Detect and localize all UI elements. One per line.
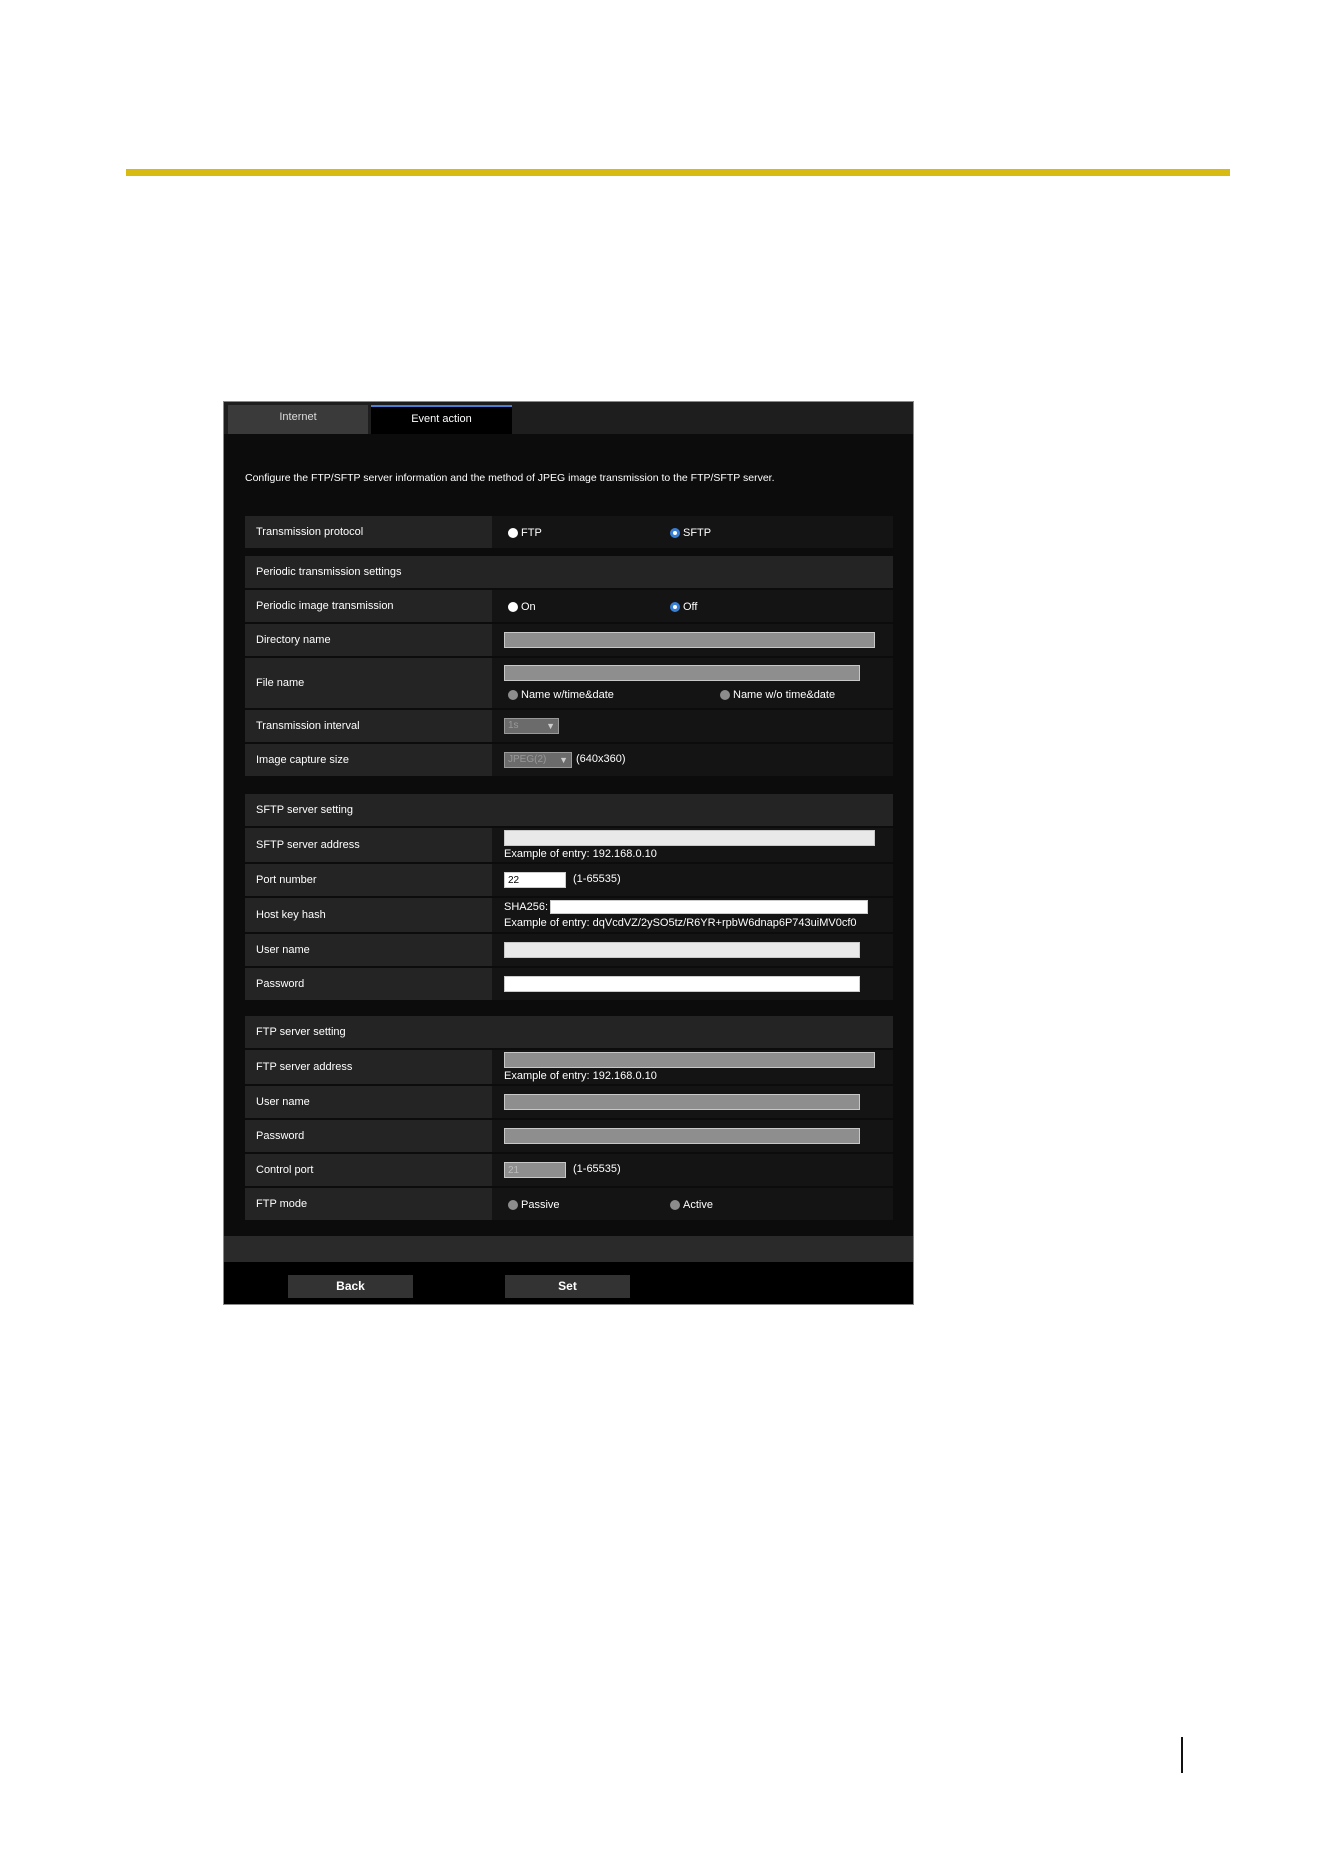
- row-port-number: Port number 22 (1-65535): [245, 864, 893, 896]
- field-label: Periodic image transmission: [256, 600, 394, 612]
- row-ftp-user-name: User name: [245, 1086, 893, 1118]
- directory-name-input[interactable]: [504, 632, 875, 648]
- row-ftp-server-address: FTP server address Example of entry: 192…: [245, 1050, 893, 1084]
- port-number-input[interactable]: 22: [504, 872, 566, 888]
- row-image-capture-size: Image capture size JPEG(2) ▼ (640x360): [245, 744, 893, 776]
- file-name-input[interactable]: [504, 665, 860, 681]
- control-port-input[interactable]: 21: [504, 1162, 566, 1178]
- capture-resolution: (640x360): [576, 753, 626, 765]
- sftp-password-input[interactable]: [504, 976, 860, 992]
- port-range-hint: (1-65535): [573, 873, 621, 885]
- row-host-key-hash: Host key hash SHA256: Example of entry: …: [245, 898, 893, 932]
- page-marker: [1181, 1737, 1183, 1773]
- row-directory-name: Directory name: [245, 624, 893, 656]
- settings-window: Internet Event action Configure the FTP/…: [223, 401, 914, 1305]
- radio-icon: [670, 1200, 680, 1210]
- row-sftp-password: Password: [245, 968, 893, 1000]
- field-label: Password: [256, 978, 305, 990]
- back-button[interactable]: Back: [288, 1275, 413, 1298]
- field-label: File name: [256, 677, 305, 689]
- field-label: FTP server address: [256, 1061, 353, 1073]
- row-transmission-interval: Transmission interval 1s ▼: [245, 710, 893, 742]
- chevron-down-icon: ▼: [546, 721, 555, 731]
- image-capture-size-select[interactable]: JPEG(2) ▼: [504, 752, 572, 768]
- tab-internet[interactable]: Internet: [228, 405, 368, 434]
- field-label: Transmission interval: [256, 720, 360, 732]
- section-title: FTP server setting: [256, 1026, 346, 1038]
- row-ftp-mode: FTP mode Passive Active: [245, 1188, 893, 1220]
- tab-event-action[interactable]: Event action: [371, 405, 512, 434]
- radio-icon: [720, 690, 730, 700]
- page-description: Configure the FTP/SFTP server informatio…: [245, 472, 775, 484]
- field-label: Host key hash: [256, 909, 326, 921]
- field-label: User name: [256, 1096, 310, 1108]
- field-label: Port number: [256, 874, 317, 886]
- sftp-user-name-input[interactable]: [504, 942, 860, 958]
- radio-name-without-time[interactable]: Name w/o time&date: [720, 689, 835, 701]
- row-periodic-image-transmission: Periodic image transmission On Off: [245, 590, 893, 622]
- row-sftp-user-name: User name: [245, 934, 893, 966]
- field-label: Image capture size: [256, 754, 349, 766]
- sftp-address-example: Example of entry: 192.168.0.10: [504, 848, 657, 860]
- settings-content: Configure the FTP/SFTP server informatio…: [224, 434, 913, 1236]
- section-title: Periodic transmission settings: [256, 566, 402, 578]
- section-title: SFTP server setting: [256, 804, 353, 816]
- radio-periodic-off[interactable]: Off: [670, 601, 697, 613]
- section-periodic-transmission: Periodic transmission settings: [245, 556, 893, 588]
- control-port-range-hint: (1-65535): [573, 1163, 621, 1175]
- footer-bar: [224, 1236, 913, 1262]
- tab-bar: Internet Event action: [224, 402, 913, 434]
- ftp-server-address-input[interactable]: [504, 1052, 875, 1068]
- radio-icon: [508, 690, 518, 700]
- ftp-password-input[interactable]: [504, 1128, 860, 1144]
- sftp-server-address-input[interactable]: [504, 830, 875, 846]
- row-transmission-protocol: Transmission protocol FTP SFTP: [245, 516, 893, 548]
- ftp-user-name-input[interactable]: [504, 1094, 860, 1110]
- radio-ftp-passive[interactable]: Passive: [508, 1199, 560, 1211]
- radio-icon: [508, 602, 518, 612]
- section-ftp-server: FTP server setting: [245, 1016, 893, 1048]
- section-sftp-server: SFTP server setting: [245, 794, 893, 826]
- radio-ftp-active[interactable]: Active: [670, 1199, 713, 1211]
- transmission-protocol-label: Transmission protocol: [256, 526, 364, 538]
- chevron-down-icon: ▼: [559, 755, 568, 765]
- transmission-interval-select[interactable]: 1s ▼: [504, 718, 559, 734]
- row-sftp-server-address: SFTP server address Example of entry: 19…: [245, 828, 893, 862]
- host-key-example: Example of entry: dqVcdVZ/2ySO5tz/R6YR+r…: [504, 917, 857, 929]
- header-rule: [126, 169, 1230, 176]
- radio-periodic-on[interactable]: On: [508, 601, 536, 613]
- radio-icon: [508, 528, 518, 538]
- sha256-prefix: SHA256:: [504, 901, 549, 913]
- radio-protocol-sftp[interactable]: SFTP: [670, 527, 711, 539]
- host-key-hash-input[interactable]: [550, 900, 868, 914]
- field-label: Directory name: [256, 634, 331, 646]
- radio-name-with-time[interactable]: Name w/time&date: [508, 689, 614, 701]
- radio-selected-icon: [670, 602, 680, 612]
- field-label: SFTP server address: [256, 839, 360, 851]
- field-label: Password: [256, 1130, 305, 1142]
- radio-icon: [508, 1200, 518, 1210]
- row-file-name: File name Name w/time&date Name w/o time…: [245, 658, 893, 708]
- field-label: Control port: [256, 1164, 314, 1176]
- row-control-port: Control port 21 (1-65535): [245, 1154, 893, 1186]
- radio-selected-icon: [670, 528, 680, 538]
- set-button[interactable]: Set: [505, 1275, 630, 1298]
- ftp-address-example: Example of entry: 192.168.0.10: [504, 1070, 657, 1082]
- row-ftp-password: Password: [245, 1120, 893, 1152]
- radio-protocol-ftp[interactable]: FTP: [508, 527, 542, 539]
- field-label: FTP mode: [256, 1198, 308, 1210]
- field-label: User name: [256, 944, 310, 956]
